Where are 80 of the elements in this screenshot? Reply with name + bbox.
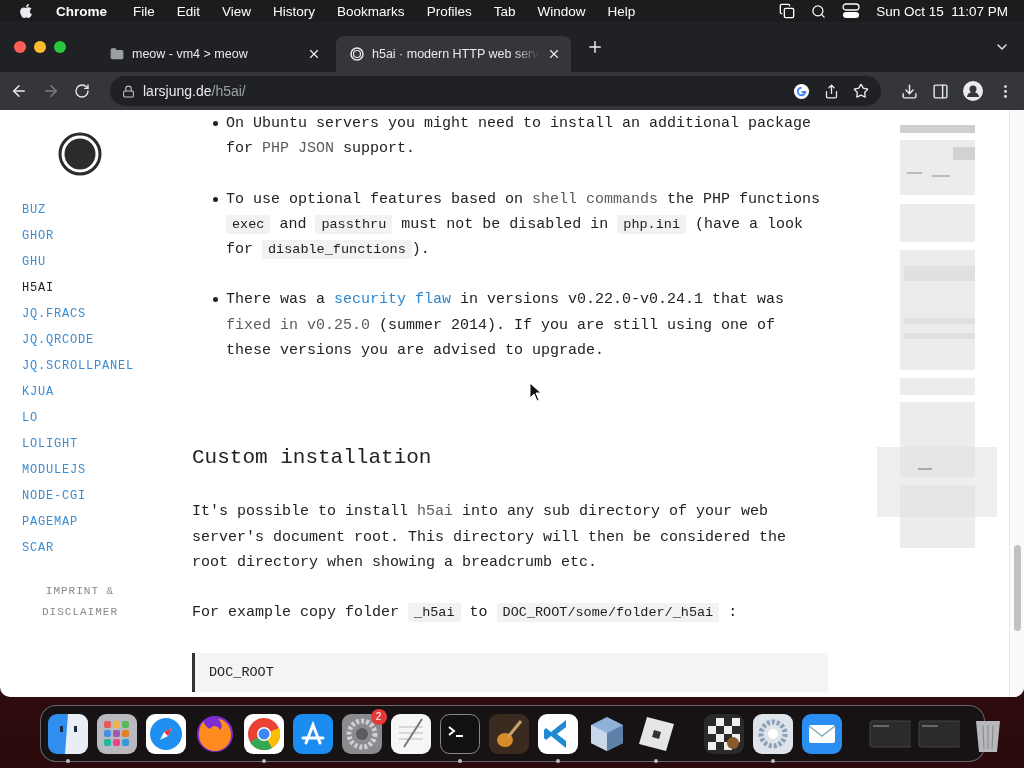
- envelope-icon[interactable]: [800, 712, 843, 755]
- menu-item[interactable]: Bookmarks: [337, 3, 405, 19]
- bullet-text: On Ubuntu servers you might need to install an additional package for PHP JSON support.: [226, 114, 813, 160]
- reload-icon: [74, 83, 90, 99]
- bullet-dot: [213, 297, 218, 303]
- paragraph: For example copy folder _h5ai to DOC_ROOT/some/folder/_h5ai :: [192, 602, 739, 625]
- apple-icon[interactable]: [18, 3, 34, 19]
- forward-icon: [42, 82, 60, 100]
- logo-icon[interactable]: [58, 132, 102, 176]
- bullet-dot: [213, 196, 218, 202]
- clock[interactable]: Sun Oct 15 11:07 PM: [876, 3, 1008, 19]
- gear-icon[interactable]: [751, 712, 794, 755]
- minimize-button[interactable]: [34, 41, 46, 53]
- nav-link[interactable]: LO: [22, 405, 38, 431]
- nav-link[interactable]: JQ.SCROLLPANEL: [22, 353, 135, 379]
- gear-icon[interactable]: [340, 712, 383, 755]
- chessboard-icon[interactable]: [702, 712, 745, 755]
- menu-item[interactable]: File: [133, 3, 155, 19]
- search-icon[interactable]: [811, 3, 827, 19]
- bullet-text: There was a security flaw in versions v0.22.0-v0.24.1 that was fixed in v0.25.0 (summer 2014). If you are still using one of these versions you are advised to upgrade.: [226, 290, 786, 362]
- nav-link[interactable]: KJUA: [22, 379, 54, 405]
- nav-link[interactable]: NODE-CGI: [22, 483, 86, 509]
- tab-title: meow - vm4 > meow: [132, 47, 249, 61]
- nav-link[interactable]: H5AI: [22, 275, 54, 301]
- ribbon-icon[interactable]: [536, 712, 579, 755]
- guitar-icon[interactable]: [487, 712, 530, 755]
- address-bar[interactable]: larsjung.de/h5ai/: [110, 76, 881, 106]
- imprint-link[interactable]: IMPRINT & DISCLAIMER: [20, 581, 140, 623]
- close-icon[interactable]: [307, 47, 321, 61]
- bullet-text: To use optional features based on shell commands the PHP functions exec and passthru must not be disabled in php.ini (have a look for disable_functions ).: [226, 189, 822, 262]
- section-heading: Custom installation: [192, 445, 433, 472]
- star-icon[interactable]: [853, 83, 869, 99]
- nav-link[interactable]: JQ.QRCODE: [22, 327, 94, 353]
- notification-badge: 2: [370, 708, 387, 725]
- folder-icon: [110, 47, 124, 61]
- bullet-dot: [213, 121, 218, 126]
- app-menu[interactable]: Chrome: [56, 3, 107, 19]
- side-panel-icon[interactable]: [932, 82, 949, 100]
- scrollbar-thumb[interactable]: [1013, 545, 1021, 631]
- close-icon[interactable]: [547, 47, 561, 61]
- new-tab-icon[interactable]: [586, 38, 604, 56]
- profile-icon[interactable]: [963, 81, 983, 101]
- nav-link[interactable]: GHOR: [22, 223, 54, 249]
- compass-icon[interactable]: [144, 712, 187, 755]
- nav-link[interactable]: GHU: [22, 249, 46, 275]
- windows-icon[interactable]: [779, 3, 796, 19]
- menu-item[interactable]: Help: [607, 3, 636, 19]
- share-icon[interactable]: [824, 83, 839, 99]
- url-text: larsjung.de/h5ai/: [143, 83, 246, 99]
- download-icon[interactable]: [901, 82, 918, 100]
- menu-item[interactable]: View: [222, 3, 252, 19]
- app-grid-icon[interactable]: [95, 712, 138, 755]
- g-letter-icon[interactable]: [793, 82, 810, 100]
- nav-link[interactable]: SCAR: [22, 535, 54, 561]
- ring-icon: [350, 47, 364, 61]
- nav-link[interactable]: BUZ: [22, 197, 46, 223]
- menu-item[interactable]: History: [273, 3, 316, 19]
- nav-link[interactable]: JQ.FRACS: [22, 301, 86, 327]
- notepad-icon[interactable]: [389, 712, 432, 755]
- lock-icon: [122, 84, 135, 98]
- zoom-button[interactable]: [54, 41, 66, 53]
- browser-tab[interactable]: meow - vm4 > meow: [96, 36, 331, 72]
- menu-item[interactable]: Edit: [176, 3, 201, 19]
- back-icon: [10, 82, 28, 100]
- close-button[interactable]: [14, 41, 26, 53]
- menu-item[interactable]: Tab: [493, 3, 516, 19]
- menu-item[interactable]: Window: [537, 3, 586, 19]
- nav-link[interactable]: MODULEJS: [22, 457, 86, 483]
- link[interactable]: security flaw: [334, 291, 452, 309]
- code-block: DOC_ROOT: [192, 652, 828, 692]
- nav-link[interactable]: PAGEMAP: [22, 509, 78, 535]
- nav-button[interactable]: [10, 82, 28, 100]
- paragraph: It's possible to install h5ai into any sub directory of your web server's document root. This directory will then be considered the root directory when showing a breadcrumb etc.: [192, 502, 788, 573]
- nav-link[interactable]: LOLIGHT: [22, 431, 78, 457]
- split-square-icon[interactable]: [46, 712, 89, 755]
- toggles-icon[interactable]: [842, 3, 861, 19]
- terminal-icon[interactable]: [438, 712, 481, 755]
- pointer-icon: [529, 382, 543, 402]
- menu-item[interactable]: Profiles: [426, 3, 472, 19]
- nav-button[interactable]: [74, 83, 90, 99]
